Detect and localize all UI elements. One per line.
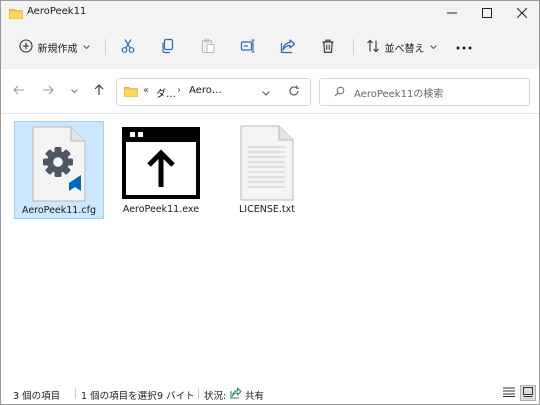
share-status: 共有 xyxy=(245,391,265,402)
refresh-icon[interactable] xyxy=(288,85,300,100)
status-divider: | xyxy=(74,388,78,399)
delete-button[interactable] xyxy=(315,33,341,61)
scissors-icon xyxy=(120,38,136,57)
status-divider: | xyxy=(197,388,201,399)
list-view-icon xyxy=(503,387,515,400)
window-title: AeroPeek11 xyxy=(27,6,87,17)
title-bar: AeroPeek11 xyxy=(1,1,539,25)
toolbar-divider xyxy=(105,39,106,55)
address-bar[interactable]: « ダ… › Aero… xyxy=(116,78,311,106)
file-name: AeroPeek11.cfg xyxy=(22,205,96,216)
command-bar: 新規作成 並べ替え xyxy=(1,25,539,70)
paste-button[interactable] xyxy=(195,33,221,61)
rename-icon xyxy=(240,38,256,57)
file-list: AeroPeek11.cfg AeroPeek11.exe LICENSE.tx… xyxy=(1,114,539,379)
plus-circle-icon xyxy=(18,38,33,56)
forward-button[interactable] xyxy=(38,81,58,101)
search-placeholder: AeroPeek11の検索 xyxy=(354,89,444,100)
text-file-icon xyxy=(239,125,295,204)
navigation-row: « ダ… › Aero… AeroPeek11の検索 xyxy=(1,69,539,114)
rename-button[interactable] xyxy=(235,33,261,61)
copy-button[interactable] xyxy=(155,33,181,61)
cut-button[interactable] xyxy=(115,33,141,61)
clipboard-icon xyxy=(200,38,216,57)
breadcrumb-item[interactable]: ダ… xyxy=(156,85,176,100)
arrow-up-icon xyxy=(94,83,104,99)
sort-button[interactable]: 並べ替え xyxy=(363,33,439,61)
file-item[interactable]: AeroPeek11.exe xyxy=(117,121,205,217)
arrow-left-icon xyxy=(13,85,25,98)
config-file-icon xyxy=(31,126,87,205)
chevron-down-icon[interactable] xyxy=(262,88,270,99)
sort-arrows-icon xyxy=(366,39,380,56)
file-item[interactable]: LICENSE.txt xyxy=(223,121,311,217)
shared-icon xyxy=(230,387,242,402)
folder-icon xyxy=(124,86,138,100)
file-name: AeroPeek11.exe xyxy=(122,204,200,215)
selection-count: 1 個の項目を選択 xyxy=(81,391,157,402)
breadcrumb-overflow[interactable]: « xyxy=(143,85,149,96)
close-button[interactable] xyxy=(505,1,539,25)
folder-icon xyxy=(9,8,23,22)
recent-locations-button[interactable] xyxy=(64,81,84,101)
details-view-button[interactable] xyxy=(501,385,517,401)
chevron-down-icon xyxy=(82,42,90,53)
share-icon xyxy=(280,38,296,57)
sort-button-label: 並べ替え xyxy=(384,43,425,55)
copy-icon xyxy=(160,38,176,57)
arrow-right-icon xyxy=(42,85,54,98)
up-button[interactable] xyxy=(89,81,109,101)
tile-view-icon xyxy=(523,386,533,400)
trash-icon xyxy=(320,38,336,57)
share-button[interactable] xyxy=(275,33,301,61)
new-button[interactable]: 新規作成 xyxy=(13,33,95,61)
item-count: 3 個の項目 xyxy=(13,391,61,402)
explorer-window: AeroPeek11 新規作成 並べ替え « ダ… › Aero… AeroPe… xyxy=(0,0,540,405)
maximize-button[interactable] xyxy=(470,1,504,25)
state-label: 状況: xyxy=(204,391,227,402)
selection-size: 9 バイト xyxy=(157,391,195,402)
large-icons-view-button[interactable] xyxy=(520,385,536,401)
new-button-label: 新規作成 xyxy=(37,43,78,55)
more-options-button[interactable] xyxy=(451,33,477,61)
search-input[interactable]: AeroPeek11の検索 xyxy=(319,78,530,106)
executable-file-icon xyxy=(122,127,200,202)
back-button[interactable] xyxy=(9,81,29,101)
file-item[interactable]: AeroPeek11.cfg xyxy=(14,121,104,219)
breadcrumb-separator: › xyxy=(177,85,181,96)
toolbar-divider xyxy=(353,39,354,55)
minimize-button[interactable] xyxy=(435,1,469,25)
breadcrumb-item[interactable]: Aero… xyxy=(189,85,222,96)
chevron-down-icon xyxy=(429,42,437,53)
more-icon xyxy=(456,42,472,53)
search-icon xyxy=(334,86,345,100)
status-bar: 3 個の項目 | 1 個の項目を選択 9 バイト | 状況: 共有 xyxy=(1,379,539,404)
file-name: LICENSE.txt xyxy=(239,204,295,215)
chevron-down-icon xyxy=(70,86,78,97)
